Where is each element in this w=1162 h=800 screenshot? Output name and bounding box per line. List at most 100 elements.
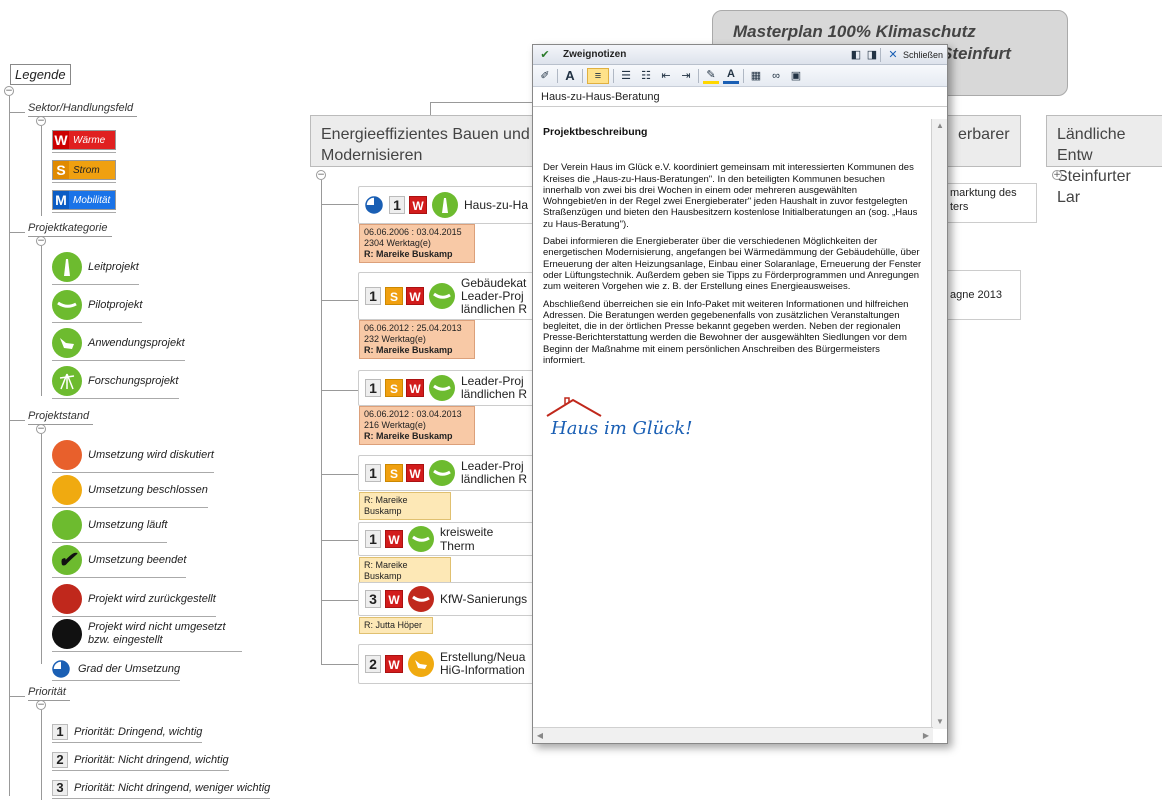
collapse-toggle[interactable]: − (36, 424, 46, 434)
node-info: R: Jutta Höper (359, 617, 433, 634)
legend-sector-mobilitaet[interactable]: M Mobilität (52, 190, 116, 213)
scroll-left-icon[interactable]: ◀ (533, 729, 547, 743)
legend-category-leitprojekt[interactable]: Leitprojekt (52, 252, 139, 285)
note-content[interactable]: Projektbeschreibung Der Verein Haus im G… (533, 119, 933, 729)
link-icon[interactable]: ∞ (768, 68, 784, 84)
sector-badge: W (385, 590, 403, 608)
font-color-icon[interactable]: A (723, 68, 739, 84)
scroll-right-icon[interactable]: ▶ (919, 729, 933, 743)
collapse-toggle[interactable]: − (316, 170, 326, 180)
check-icon[interactable]: ✔ (537, 47, 553, 63)
font-icon[interactable]: A (562, 68, 578, 84)
legend-priority-3[interactable]: 3 Priorität: Nicht dringend, weniger wich… (52, 780, 271, 799)
sector-badge: W (406, 379, 424, 397)
anwendungsprojekt-icon (52, 328, 82, 358)
collapse-toggle[interactable]: − (36, 116, 46, 126)
legend-cat-category[interactable]: Projektkategorie (28, 222, 112, 237)
node-info: R: Mareike Buskamp (359, 557, 451, 585)
haus-im-glueck-logo: Haus im Glück! (543, 394, 923, 440)
project-node-leader-2[interactable]: 1 S W Leader-Proj ländlichen R (358, 455, 538, 491)
priority-badge: 1 (365, 464, 381, 482)
main-topic-laendliche-entwicklung[interactable]: Ländliche Entw Steinfurter Lar (1046, 115, 1162, 206)
prev-note-icon[interactable]: ◧ (848, 47, 864, 63)
collapse-toggle[interactable]: − (36, 236, 46, 246)
priority-badge: 1 (389, 196, 405, 214)
legend-sector-strom[interactable]: S Strom (52, 160, 116, 183)
collapse-toggle[interactable]: − (4, 86, 14, 96)
legend-title[interactable]: Legende (10, 64, 71, 85)
close-icon[interactable]: ✕ (885, 47, 901, 63)
legend-sector-waerme[interactable]: W Wärme (52, 130, 116, 153)
legend-category-pilotprojekt[interactable]: Pilotprojekt (52, 290, 143, 323)
legend-status-beschlossen[interactable]: Umsetzung beschlossen (52, 475, 208, 508)
legend-cat-sector[interactable]: Sektor/Handlungsfeld (28, 102, 138, 117)
scroll-up-icon[interactable]: ▲ (933, 119, 947, 133)
priority-badge: 1 (365, 287, 381, 305)
project-node-kfw[interactable]: 3 W KfW-Sanierungs (358, 582, 538, 616)
align-left-icon[interactable]: ≡ (587, 67, 609, 84)
pilotprojekt-icon (429, 283, 455, 309)
sector-badge: W (409, 196, 427, 214)
close-button[interactable]: Schließen (903, 50, 943, 60)
collapse-toggle[interactable]: − (36, 700, 46, 710)
priority-badge: 1 (365, 530, 381, 548)
leitprojekt-icon (52, 252, 82, 282)
subtopic-kampagne[interactable]: agne 2013 (945, 270, 1021, 320)
legend-status-beendet[interactable]: ✔ Umsetzung beendet (52, 545, 187, 578)
main-topic-energieeffizientes-bauen[interactable]: Energieeffizientes Bauen und Modernisier… (310, 115, 550, 167)
horizontal-scrollbar[interactable]: ◀ ▶ (533, 727, 933, 743)
progress-pie-icon (365, 196, 383, 214)
status-dot-icon (52, 475, 82, 505)
tag-strom: S Strom (52, 160, 116, 180)
table-icon[interactable]: ▦ (748, 68, 764, 84)
node-info: R: Mareike Buskamp (359, 492, 451, 520)
legend-priority-2[interactable]: 2 Priorität: Nicht dringend, wichtig (52, 752, 229, 771)
pilotprojekt-icon (408, 586, 434, 612)
expand-toggle[interactable]: + (1052, 170, 1062, 180)
sector-badge: S (385, 379, 403, 397)
legend-status-grad[interactable]: Grad der Umsetzung (52, 660, 181, 681)
pilotprojekt-icon (407, 526, 434, 552)
next-note-icon[interactable]: ◨ (864, 47, 880, 63)
branch-notes-window[interactable]: ✔ Zweignotizen ◧ ◨ ✕ Schließen ✐ A ≡ ☰ ☷… (532, 44, 948, 744)
legend-priority-1[interactable]: 1 Priorität: Dringend, wichtig (52, 724, 203, 743)
highlight-icon[interactable]: ✎ (703, 68, 719, 84)
checkmark-icon: ✔ (52, 545, 82, 575)
legend-status-zurueckgestellt[interactable]: Projekt wird zurückgestellt (52, 584, 216, 617)
project-node-haus-zu-haus[interactable]: 1 W Haus-zu-Ha (358, 186, 538, 224)
legend-status-nicht-umgesetzt[interactable]: Projekt wird nicht umgesetzt bzw. einges… (52, 619, 242, 652)
indent-icon[interactable]: ⇥ (678, 68, 694, 84)
window-titlebar[interactable]: ✔ Zweignotizen ◧ ◨ ✕ Schließen (533, 45, 947, 65)
scroll-down-icon[interactable]: ▼ (933, 715, 947, 729)
node-info: 06.06.2012 : 25.04.2013 232 Werktag(e) R: … (359, 320, 475, 359)
project-node-hig-information[interactable]: 2 W Erstellung/Neua HiG-Information (358, 644, 538, 684)
svg-text:Haus im Glück!: Haus im Glück! (550, 418, 692, 439)
node-info: 06.06.2006 : 03.04.2015 2304 Werktag(e) R:… (359, 224, 475, 263)
subtopic-vermarktung[interactable]: marktung des ters (945, 183, 1037, 223)
project-node-gebaeudekataster[interactable]: 1 S W Gebäudekat Leader-Proj ländlichen R (358, 272, 538, 320)
outdent-icon[interactable]: ⇤ (658, 68, 674, 84)
status-dot-icon (52, 440, 82, 470)
bullet-list-icon[interactable]: ☰ (618, 68, 634, 84)
note-topic-title: Haus-zu-Haus-Beratung (533, 87, 947, 107)
tag-waerme: W Wärme (52, 130, 116, 150)
project-node-leader-1[interactable]: 1 S W Leader-Proj ländlichen R (358, 370, 538, 406)
main-topic-erneuerbarer[interactable]: erbarer (945, 115, 1021, 167)
priority-badge: 3 (365, 590, 381, 608)
image-icon[interactable]: ▣ (788, 68, 804, 84)
spellcheck-icon[interactable]: ✐ (537, 68, 553, 84)
legend-cat-status[interactable]: Projektstand (28, 410, 94, 425)
legend-status-diskutiert[interactable]: Umsetzung wird diskutiert (52, 440, 214, 473)
progress-pie-icon (52, 660, 70, 678)
legend-category-anwendungsprojekt[interactable]: Anwendungsprojekt (52, 328, 185, 361)
vertical-scrollbar[interactable]: ▲ ▼ (931, 119, 947, 729)
project-node-thermografie[interactable]: 1 W kreisweite Therm (358, 522, 538, 556)
status-dot-icon (52, 510, 82, 540)
priority-badge: 2 (365, 655, 381, 673)
legend-status-laeuft[interactable]: Umsetzung läuft (52, 510, 168, 543)
numbered-list-icon[interactable]: ☷ (638, 68, 654, 84)
legend-category-forschungsprojekt[interactable]: Forschungsprojekt (52, 366, 179, 399)
status-dot-icon (52, 619, 82, 649)
note-heading: Projektbeschreibung (543, 126, 648, 138)
legend-cat-priority[interactable]: Priorität (28, 686, 70, 701)
